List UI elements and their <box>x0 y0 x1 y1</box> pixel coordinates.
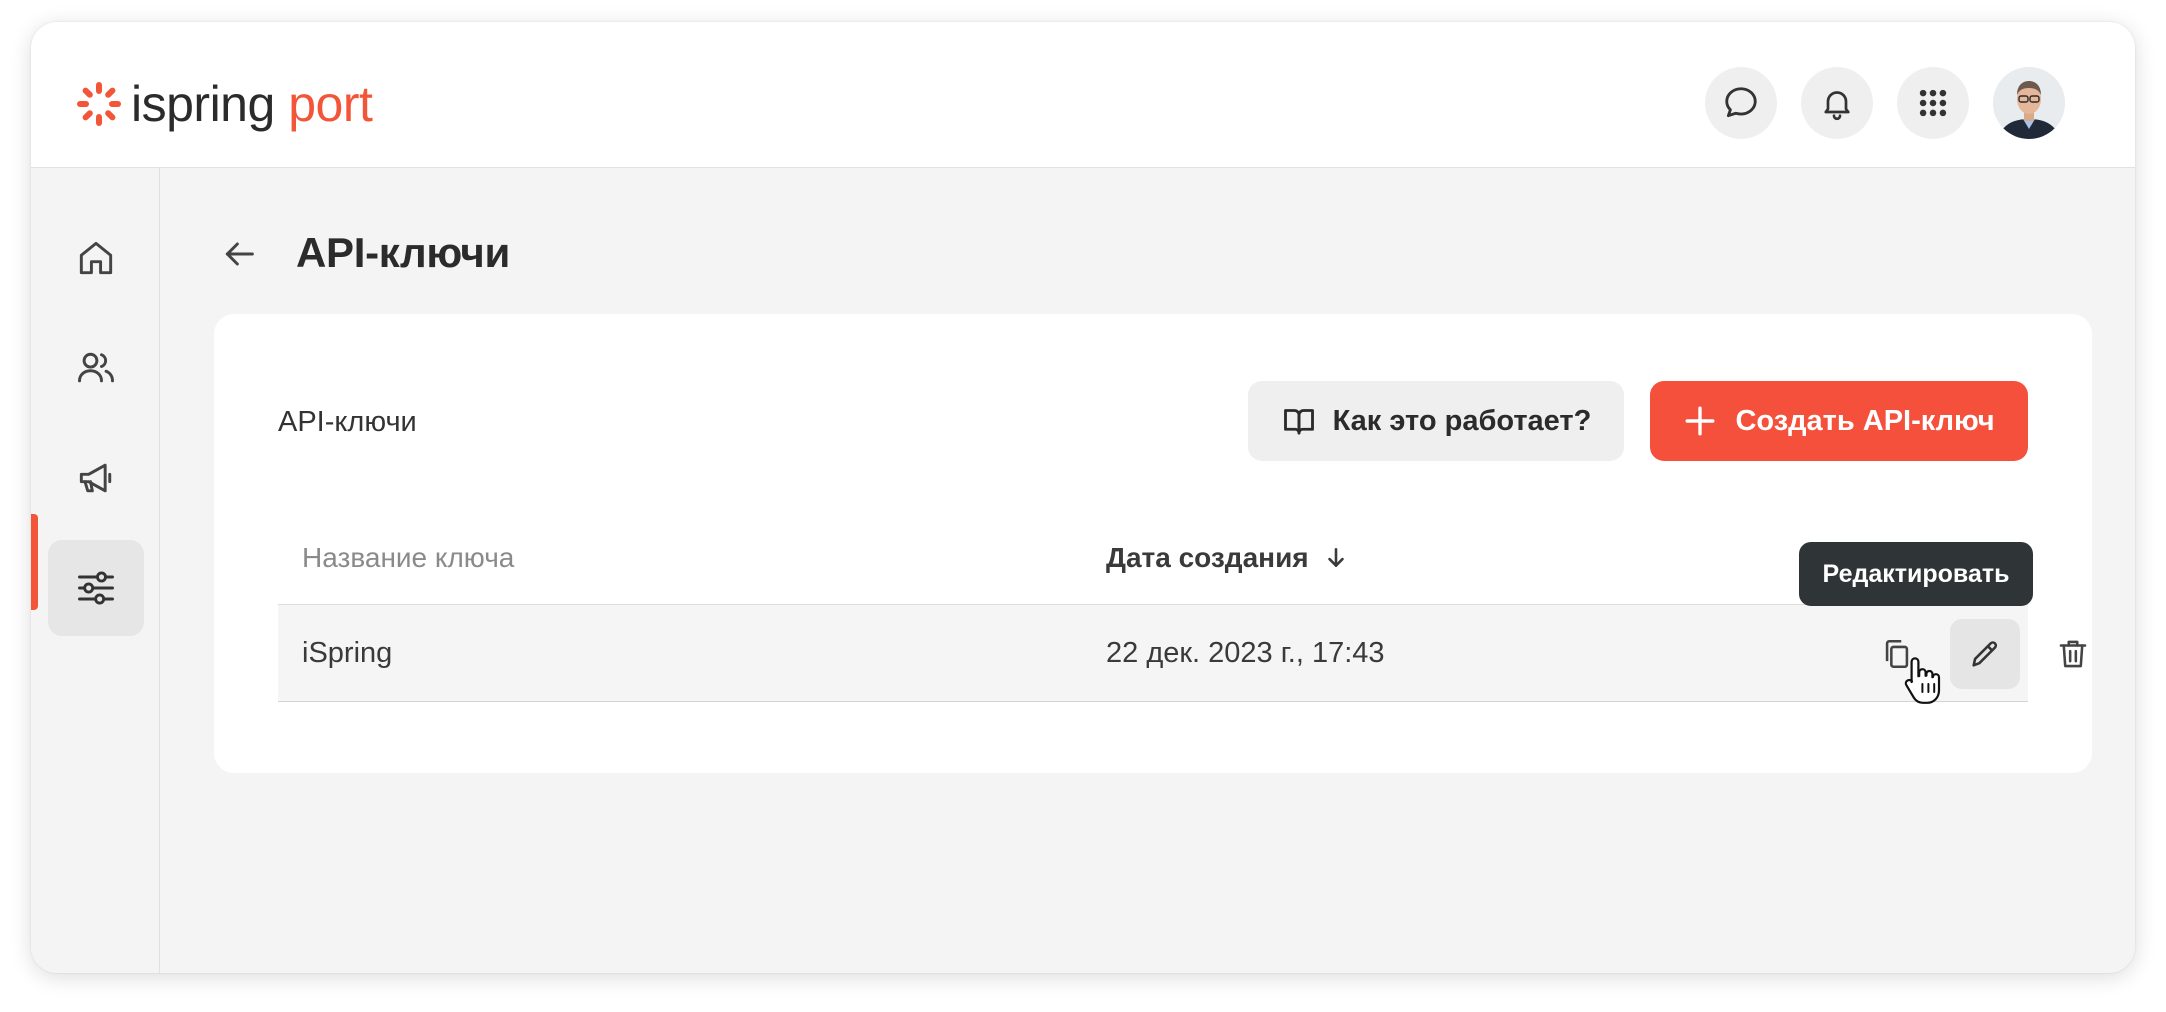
arrow-left-icon <box>225 242 254 266</box>
avatar-image <box>1993 67 2065 139</box>
active-nav-indicator <box>31 514 38 610</box>
edit-key-button[interactable] <box>1950 619 2020 689</box>
home-icon <box>79 241 113 275</box>
sort-arrow-down-icon <box>1327 548 1344 567</box>
chat-icon <box>1725 87 1757 118</box>
key-date-cell: 22 дек. 2023 г., 17:43 <box>1106 637 1385 669</box>
notifications-button[interactable] <box>1801 67 1873 139</box>
user-avatar[interactable] <box>1993 67 2065 139</box>
trash-icon <box>2059 640 2087 668</box>
apps-button[interactable] <box>1897 67 1969 139</box>
delete-key-button[interactable] <box>2038 619 2108 689</box>
book-icon <box>1283 409 1314 435</box>
sidebar-item-announcements[interactable] <box>48 430 144 526</box>
logo-brand: ispring <box>131 76 275 132</box>
table-header: Название ключа Дата создания <box>278 512 2028 605</box>
top-header: ispring port <box>31 22 2135 168</box>
sidebar <box>31 168 160 973</box>
app-window: ispring port API-ключи API-ключи Как это… <box>31 22 2135 973</box>
create-api-key-label: Создать API-ключ <box>1735 404 1995 437</box>
key-name-cell: iSpring <box>302 637 393 669</box>
edit-tooltip: Редактировать <box>1799 542 2033 606</box>
logo-text: ispring port <box>131 76 373 132</box>
create-api-key-button[interactable]: Создать API-ключ <box>1650 381 2028 461</box>
megaphone-icon <box>79 463 112 493</box>
sidebar-item-settings[interactable] <box>48 540 144 636</box>
pencil-icon <box>1972 641 1998 667</box>
plus-icon <box>1685 406 1715 436</box>
column-header-name: Название ключа <box>302 542 515 573</box>
users-icon <box>78 352 114 383</box>
sidebar-item-home[interactable] <box>48 210 144 306</box>
chat-button[interactable] <box>1705 67 1777 139</box>
how-it-works-button[interactable]: Как это работает? <box>1248 381 1624 461</box>
sliders-icon <box>78 571 114 605</box>
apps-grid-icon <box>1919 89 1947 117</box>
sidebar-item-users[interactable] <box>48 320 144 416</box>
ispring-port-logo[interactable]: ispring port <box>75 76 373 132</box>
logo-accent: port <box>288 76 373 132</box>
back-button[interactable] <box>211 226 267 282</box>
card-title: API-ключи <box>278 406 417 438</box>
logo-spark-icon <box>77 82 121 126</box>
bell-icon <box>1824 91 1850 121</box>
api-keys-table: Название ключа Дата создания iSpring 22 … <box>278 512 2087 702</box>
hand-cursor-icon <box>1904 657 1941 704</box>
column-header-date[interactable]: Дата создания <box>1106 538 1349 578</box>
table-row[interactable]: iSpring 22 дек. 2023 г., 17:43 <box>278 605 2087 702</box>
how-it-works-label: Как это работает? <box>1332 404 1592 437</box>
page-title: API-ключи <box>296 229 510 276</box>
column-header-date-label: Дата создания <box>1106 542 1309 573</box>
